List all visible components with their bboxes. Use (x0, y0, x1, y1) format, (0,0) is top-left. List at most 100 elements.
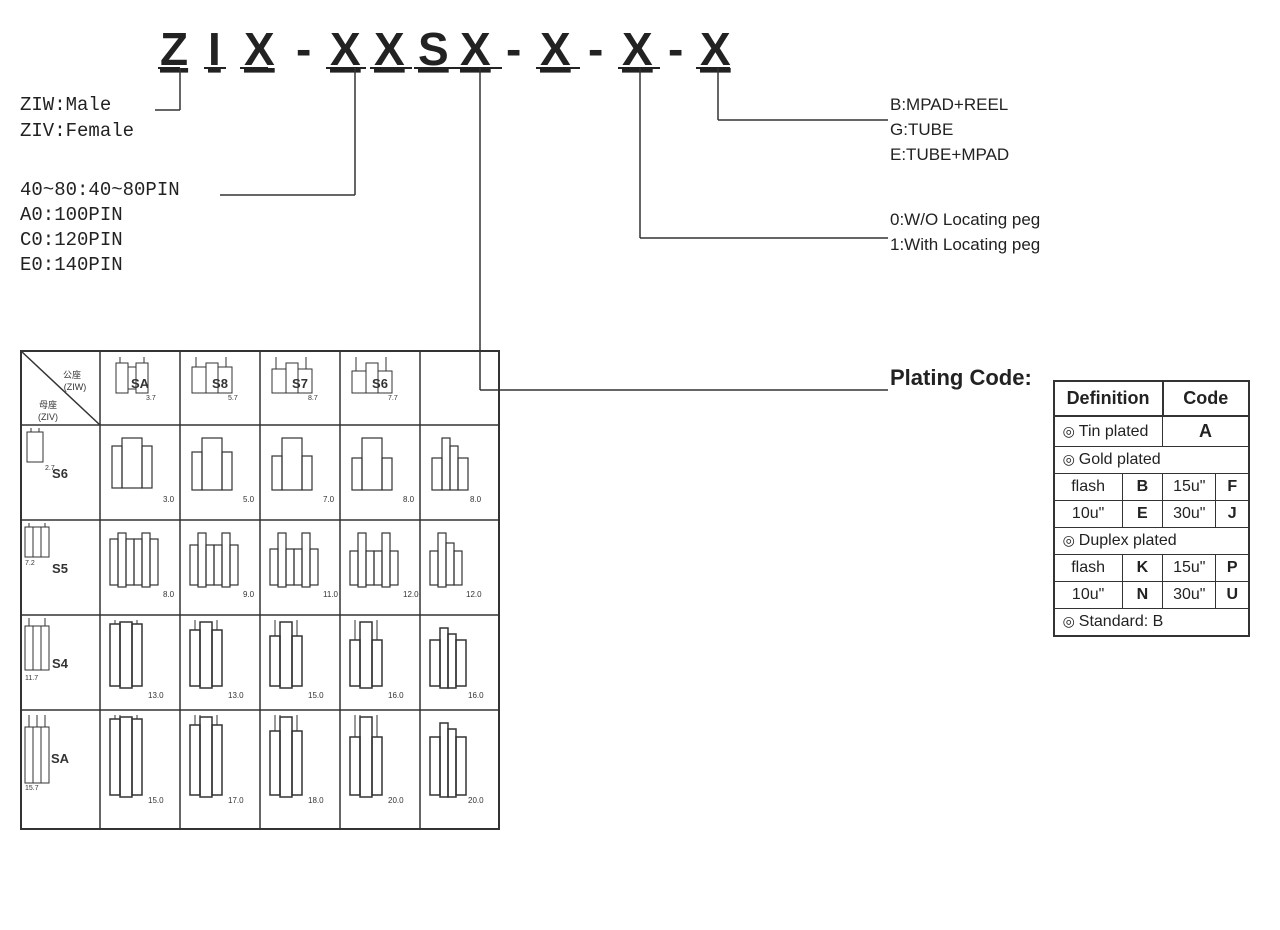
gold-plated-label: Gold plated (1054, 447, 1249, 474)
gold-10u-code: E (1122, 501, 1162, 528)
plating-table: Definition Code Tin plated A Gold plated… (1053, 380, 1250, 637)
svg-text:S5: S5 (52, 561, 68, 576)
table-row: 10u" E 30u" J (1054, 501, 1249, 528)
svg-text:7.2: 7.2 (25, 560, 35, 567)
gold-15u-code: F (1216, 474, 1249, 501)
svg-text:16.0: 16.0 (388, 691, 404, 700)
connector-diagram: 公座 (ZIW) 母座 (ZIV) SA S8 S7 S6 S6 S5 S4 S… (20, 350, 500, 830)
duplex-15u-code: P (1216, 555, 1249, 582)
table-row: flash K 15u" P (1054, 555, 1249, 582)
svg-text:S: S (418, 23, 449, 75)
svg-text:-: - (296, 23, 311, 75)
svg-text:16.0: 16.0 (468, 691, 484, 700)
svg-text:15.7: 15.7 (25, 785, 39, 792)
svg-text:2.7: 2.7 (45, 465, 55, 472)
svg-text:-: - (668, 23, 683, 75)
svg-text:X: X (330, 23, 361, 75)
svg-text:S7: S7 (292, 376, 308, 391)
svg-text:Z: Z (160, 23, 188, 75)
svg-text:X: X (460, 23, 491, 75)
svg-text:15.0: 15.0 (308, 691, 324, 700)
svg-text:S6: S6 (372, 376, 388, 391)
svg-text:B:MPAD+REEL: B:MPAD+REEL (890, 95, 1008, 114)
svg-text:17.0: 17.0 (228, 796, 244, 805)
svg-text:(ZIW): (ZIW) (64, 382, 87, 392)
svg-text:0:W/O Locating peg: 0:W/O Locating peg (890, 210, 1040, 229)
table-row: Tin plated A (1054, 416, 1249, 447)
plating-table-header-code: Code (1163, 381, 1249, 416)
svg-text:7.7: 7.7 (388, 395, 398, 402)
svg-text:13.0: 13.0 (148, 691, 164, 700)
duplex-10u-code: N (1122, 582, 1162, 609)
svg-text:X: X (700, 23, 731, 75)
gold-10u-label: 10u" (1054, 501, 1123, 528)
svg-text:8.0: 8.0 (470, 495, 482, 504)
svg-text:18.0: 18.0 (308, 796, 324, 805)
svg-text:-: - (588, 23, 603, 75)
svg-text:C0:120PIN: C0:120PIN (20, 229, 123, 251)
svg-text:(ZIV): (ZIV) (38, 412, 58, 422)
gold-30u-label: 30u" (1163, 501, 1216, 528)
duplex-plated-label: Duplex plated (1054, 528, 1249, 555)
svg-text:A0:100PIN: A0:100PIN (20, 204, 123, 226)
svg-text:3.0: 3.0 (163, 495, 175, 504)
svg-text:12.0: 12.0 (403, 590, 419, 599)
table-row: Duplex plated (1054, 528, 1249, 555)
svg-text:X: X (540, 23, 571, 75)
page: Z I X - X X S X - X - X - X ZIW:Male ZIV… (0, 0, 1280, 930)
table-row: Gold plated (1054, 447, 1249, 474)
duplex-30u-label: 30u" (1163, 582, 1216, 609)
svg-text:40~80:40~80PIN: 40~80:40~80PIN (20, 179, 180, 201)
svg-text:13.0: 13.0 (228, 691, 244, 700)
svg-text:3.7: 3.7 (146, 395, 156, 402)
svg-text:9.0: 9.0 (243, 590, 255, 599)
duplex-10u-label: 10u" (1054, 582, 1123, 609)
svg-text:8.7: 8.7 (308, 395, 318, 402)
svg-text:5.0: 5.0 (243, 495, 255, 504)
svg-text:5.7: 5.7 (228, 395, 238, 402)
duplex-flash-code: K (1122, 555, 1162, 582)
svg-text:20.0: 20.0 (388, 796, 404, 805)
svg-text:E0:140PIN: E0:140PIN (20, 254, 123, 276)
plating-table-header-definition: Definition (1054, 381, 1163, 416)
svg-text:8.0: 8.0 (403, 495, 415, 504)
svg-text:公座: 公座 (63, 369, 81, 380)
table-row: Standard: B (1054, 609, 1249, 637)
duplex-flash-label: flash (1054, 555, 1123, 582)
table-row: flash B 15u" F (1054, 474, 1249, 501)
svg-text:SA: SA (51, 751, 70, 766)
svg-text:X: X (622, 23, 653, 75)
svg-text:E:TUBE+MPAD: E:TUBE+MPAD (890, 145, 1009, 164)
svg-text:ZIW:Male: ZIW:Male (20, 94, 111, 116)
diagram-section: 公座 (ZIW) 母座 (ZIV) SA S8 S7 S6 S6 S5 S4 S… (20, 350, 500, 835)
svg-text:X: X (374, 23, 405, 75)
gold-15u-label: 15u" (1163, 474, 1216, 501)
svg-text:Plating Code:: Plating Code: (890, 365, 1032, 390)
svg-text:11.0: 11.0 (323, 590, 339, 599)
gold-flash-code: B (1122, 474, 1162, 501)
svg-text:S4: S4 (52, 656, 69, 671)
svg-text:ZIV:Female: ZIV:Female (20, 120, 134, 142)
table-row: 10u" N 30u" U (1054, 582, 1249, 609)
svg-text:11.7: 11.7 (25, 675, 38, 682)
gold-flash-label: flash (1054, 474, 1123, 501)
gold-30u-code: J (1216, 501, 1249, 528)
svg-text:S8: S8 (212, 376, 228, 391)
tin-plated-label: Tin plated (1054, 416, 1163, 447)
svg-text:12.0: 12.0 (466, 590, 482, 599)
svg-text:X: X (244, 23, 275, 75)
duplex-15u-label: 15u" (1163, 555, 1216, 582)
duplex-30u-code: U (1216, 582, 1249, 609)
standard-label: Standard: B (1054, 609, 1249, 637)
svg-text:-: - (506, 23, 521, 75)
plating-section: Definition Code Tin plated A Gold plated… (1053, 380, 1250, 637)
svg-text:G:TUBE: G:TUBE (890, 120, 953, 139)
svg-text:1:With Locating peg: 1:With Locating peg (890, 235, 1040, 254)
svg-text:15.0: 15.0 (148, 796, 164, 805)
svg-text:7.0: 7.0 (323, 495, 335, 504)
svg-text:20.0: 20.0 (468, 796, 484, 805)
svg-text:8.0: 8.0 (163, 590, 175, 599)
tin-plated-code: A (1163, 416, 1249, 447)
svg-text:I: I (208, 23, 221, 75)
svg-text:母座: 母座 (39, 399, 57, 410)
